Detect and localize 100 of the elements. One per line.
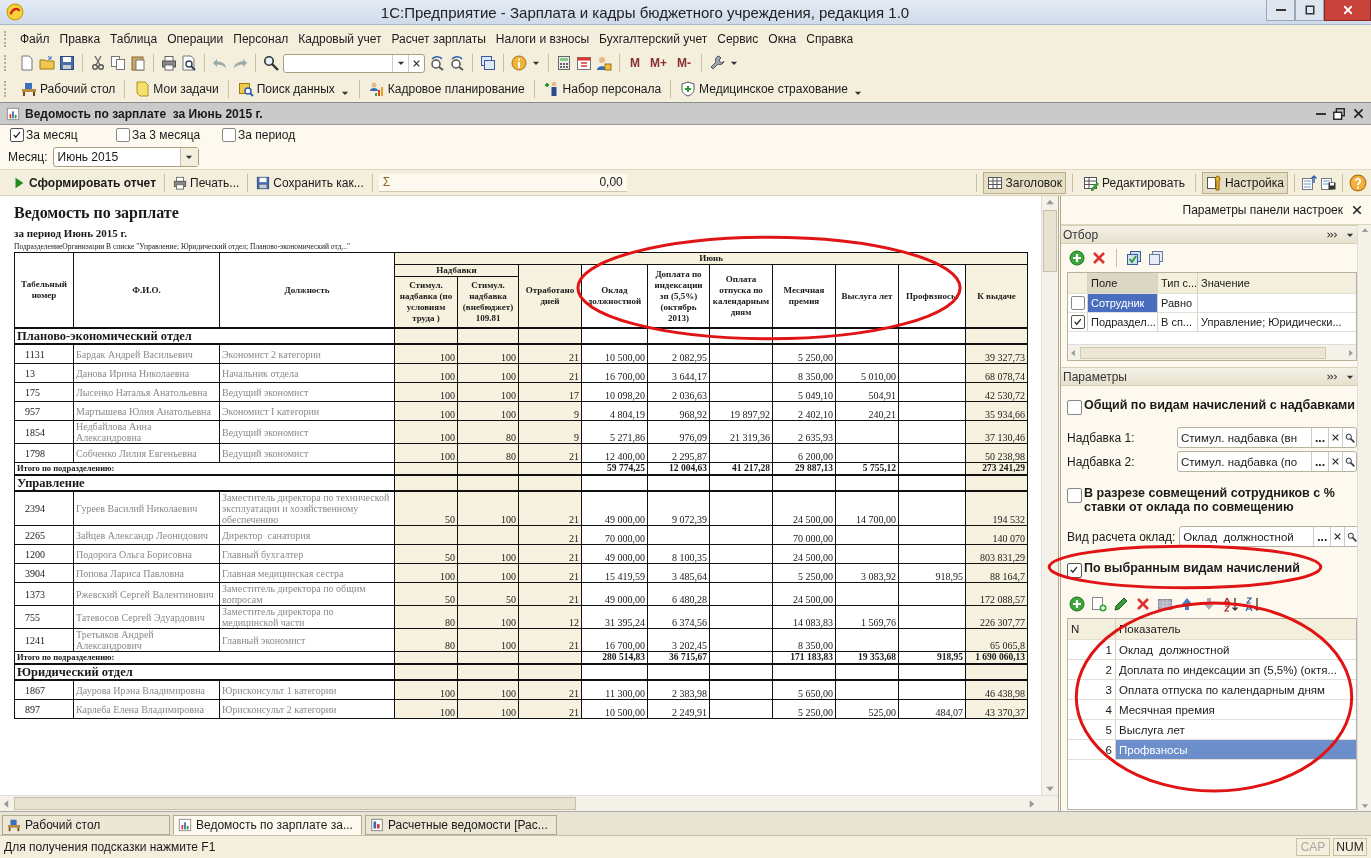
vertical-scrollbar[interactable]	[1041, 196, 1058, 795]
close-icon[interactable]	[1352, 107, 1365, 120]
scrollbar-thumb[interactable]	[1080, 346, 1326, 359]
paste-icon[interactable]	[130, 55, 146, 71]
search-icon[interactable]	[1344, 456, 1355, 467]
panel-button[interactable]: Медицинское страхование	[678, 80, 865, 98]
column-header[interactable]: Поле	[1088, 273, 1158, 293]
scrollbar-thumb[interactable]	[14, 797, 576, 810]
menu-item[interactable]: Правка	[54, 31, 106, 46]
menu-item[interactable]: Операции	[162, 31, 229, 46]
column-header[interactable]: Значение	[1198, 273, 1356, 293]
memory-button[interactable]: M-	[674, 56, 694, 70]
grid-cell[interactable]: Подраздел...	[1088, 313, 1158, 331]
calendar-icon[interactable]	[576, 55, 592, 71]
toolbar-button[interactable]: Редактировать	[1079, 171, 1189, 194]
search-icon[interactable]	[263, 55, 279, 71]
windows-icon[interactable]	[480, 55, 496, 71]
menu-item[interactable]: Расчет зарплаты	[386, 31, 491, 46]
month-field[interactable]: Июнь 2015	[52, 147, 199, 167]
panel-button[interactable]: Поиск данных	[235, 80, 352, 98]
panel-button[interactable]: Мои задачи	[132, 81, 221, 97]
grid-cell[interactable]: Сотрудник	[1088, 294, 1158, 312]
checkbox[interactable]	[1071, 296, 1085, 310]
panel-button[interactable]: Набор персонала	[541, 81, 664, 97]
panel-button[interactable]: Рабочий стол	[19, 81, 118, 97]
menu-item[interactable]: Бухгалтерский учет	[594, 31, 713, 46]
sort-descending-icon[interactable]	[1245, 596, 1261, 612]
add-icon[interactable]	[1069, 596, 1085, 612]
menu-item[interactable]: Сервис	[712, 31, 764, 46]
column-header[interactable]: Показатель	[1116, 619, 1356, 639]
grid-icon[interactable]	[1157, 596, 1173, 612]
save-icon[interactable]	[59, 55, 75, 71]
select-field[interactable]: Стимул. надбавка (по ...	[1177, 451, 1357, 472]
menu-item[interactable]: Персонал	[228, 31, 294, 46]
check-all-icon[interactable]	[1126, 250, 1142, 266]
horizontal-scrollbar[interactable]	[1068, 344, 1356, 360]
restore-icon[interactable]	[1332, 106, 1346, 121]
find-previous-icon[interactable]	[449, 55, 465, 71]
clear-icon[interactable]	[412, 58, 421, 68]
select-field[interactable]: Оклад должностной ...	[1179, 526, 1357, 547]
calculator-icon[interactable]	[556, 55, 572, 71]
new-document-icon[interactable]	[19, 55, 35, 71]
uncheck-all-icon[interactable]	[1148, 250, 1164, 266]
command-button[interactable]: Сформировать отчет	[10, 175, 158, 190]
panel-button[interactable]: Кадровое планирование	[366, 81, 527, 97]
choose-button[interactable]: ...	[1313, 527, 1331, 546]
toolbar-button[interactable]: Настройка	[1201, 171, 1288, 194]
checkbox[interactable]	[222, 128, 236, 142]
delete-icon[interactable]	[1135, 596, 1151, 612]
checkbox[interactable]	[1071, 315, 1085, 329]
add-icon[interactable]	[1069, 250, 1085, 266]
clear-icon[interactable]	[1331, 457, 1340, 466]
menu-item[interactable]: Таблица	[105, 31, 163, 46]
printer-icon[interactable]	[161, 55, 177, 71]
copy-icon[interactable]	[110, 55, 126, 71]
search-icon[interactable]	[1346, 531, 1357, 542]
scrollbar-thumb[interactable]	[1043, 210, 1057, 272]
memory-button[interactable]: M	[627, 56, 643, 70]
checkbox[interactable]	[1067, 488, 1082, 503]
minimize-button[interactable]	[1266, 0, 1295, 21]
window-tab[interactable]: Расчетные ведомости [Рас...	[364, 815, 557, 835]
window-tab[interactable]: Ведомость по зарплате за...	[173, 815, 362, 835]
window-tab[interactable]: Рабочий стол	[2, 815, 170, 835]
column-header[interactable]: Тип с...	[1158, 273, 1198, 293]
menu-item[interactable]: Налоги и взносы	[490, 31, 595, 46]
horizontal-scrollbar[interactable]	[0, 795, 1058, 811]
checkbox[interactable]	[1067, 563, 1082, 578]
help-icon[interactable]	[1349, 173, 1367, 192]
menu-item[interactable]: Справка	[801, 31, 859, 46]
column-header[interactable]: N	[1068, 619, 1116, 639]
users-icon[interactable]	[596, 55, 612, 71]
search-icon[interactable]	[1344, 432, 1355, 443]
copy-add-icon[interactable]	[1091, 596, 1107, 612]
minimize-icon[interactable]	[1316, 112, 1326, 115]
wrench-icon[interactable]	[709, 55, 725, 71]
menu-item[interactable]: Кадровый учет	[293, 31, 387, 46]
list-row[interactable]: 1 Оклад должностной	[1068, 640, 1356, 660]
toolbar-button[interactable]: Заголовок	[982, 171, 1066, 194]
close-icon[interactable]	[1351, 204, 1363, 216]
clear-icon[interactable]	[1331, 433, 1340, 442]
checkbox[interactable]	[1067, 400, 1082, 415]
command-button[interactable]: Сохранить как...	[254, 175, 366, 190]
command-button[interactable]: Печать...	[171, 175, 242, 190]
clear-icon[interactable]	[1333, 532, 1343, 541]
menu-item[interactable]: Файл	[15, 31, 55, 46]
find-next-icon[interactable]	[429, 55, 445, 71]
sort-ascending-icon[interactable]	[1223, 596, 1239, 612]
select-field[interactable]: Стимул. надбавка (вн ...	[1177, 427, 1357, 448]
grid-cell[interactable]: Управление; Юридически...	[1198, 313, 1356, 331]
checkbox[interactable]	[116, 128, 130, 142]
delete-icon[interactable]	[1091, 250, 1107, 266]
grid-cell[interactable]: Равно	[1158, 294, 1198, 312]
close-button[interactable]	[1324, 0, 1371, 21]
menu-item[interactable]: Окна	[763, 31, 802, 46]
scissors-icon[interactable]	[90, 55, 106, 71]
list-row[interactable]: 3 Оплата отпуска по календарным дням	[1068, 680, 1356, 700]
print-preview-icon[interactable]	[181, 55, 197, 71]
grid-cell[interactable]: В сп...	[1158, 313, 1198, 331]
list-row[interactable]: 2 Доплата по индексации зп (5,5%) (октя...	[1068, 660, 1356, 680]
export-icon[interactable]	[1301, 174, 1317, 191]
